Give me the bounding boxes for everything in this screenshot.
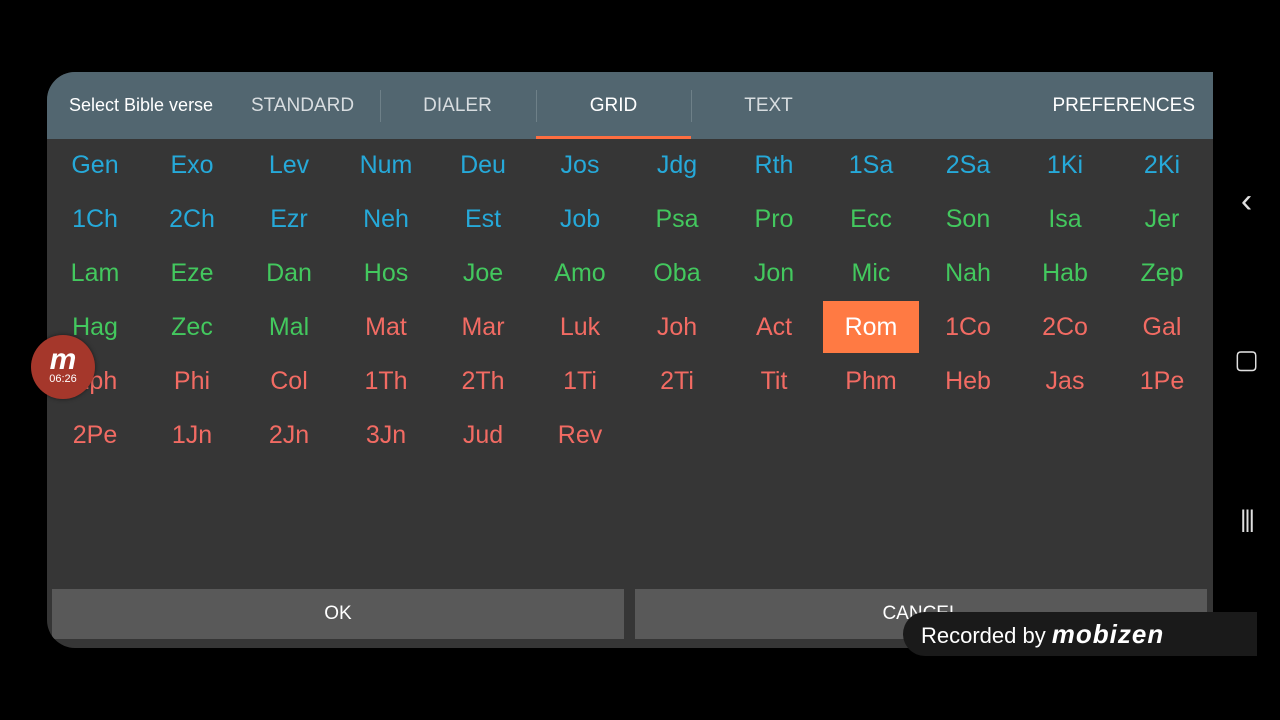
book-cell-lam[interactable]: Lam — [47, 247, 143, 299]
book-cell-jud[interactable]: Jud — [435, 409, 531, 461]
back-icon[interactable]: ‹ — [1213, 182, 1280, 221]
dialog-header: Select Bible verse STANDARD DIALER GRID … — [47, 72, 1213, 139]
book-cell-jos[interactable]: Jos — [532, 139, 628, 191]
book-cell-1sa[interactable]: 1Sa — [823, 139, 919, 191]
book-cell-son[interactable]: Son — [920, 193, 1016, 245]
book-cell-gal[interactable]: Gal — [1114, 301, 1210, 353]
book-cell-2co[interactable]: 2Co — [1017, 301, 1113, 353]
book-cell-jas[interactable]: Jas — [1017, 355, 1113, 407]
book-cell-isa[interactable]: Isa — [1017, 193, 1113, 245]
book-cell-joe[interactable]: Joe — [435, 247, 531, 299]
book-cell-pro[interactable]: Pro — [726, 193, 822, 245]
book-cell-1ch[interactable]: 1Ch — [47, 193, 143, 245]
book-cell-luk[interactable]: Luk — [532, 301, 628, 353]
book-cell-2jn[interactable]: 2Jn — [241, 409, 337, 461]
tab-grid[interactable]: GRID — [536, 72, 691, 139]
book-cell-deu[interactable]: Deu — [435, 139, 531, 191]
book-cell-zec[interactable]: Zec — [144, 301, 240, 353]
mobizen-brand: mobizen — [1051, 619, 1165, 649]
book-cell-exo[interactable]: Exo — [144, 139, 240, 191]
recorded-by-watermark: Recorded by mobizen — [903, 612, 1257, 656]
home-icon[interactable]: ▢ — [1213, 344, 1280, 375]
android-nav-bar: ‹ ▢ ||| — [1213, 72, 1280, 648]
book-cell-1ki[interactable]: 1Ki — [1017, 139, 1113, 191]
ok-button[interactable]: OK — [52, 589, 624, 639]
book-cell-3jn[interactable]: 3Jn — [338, 409, 434, 461]
book-cell-nah[interactable]: Nah — [920, 247, 1016, 299]
book-cell-mal[interactable]: Mal — [241, 301, 337, 353]
book-cell-num[interactable]: Num — [338, 139, 434, 191]
book-cell-eze[interactable]: Eze — [144, 247, 240, 299]
book-cell-hos[interactable]: Hos — [338, 247, 434, 299]
book-cell-1th[interactable]: 1Th — [338, 355, 434, 407]
book-cell-1pe[interactable]: 1Pe — [1114, 355, 1210, 407]
book-cell-heb[interactable]: Heb — [920, 355, 1016, 407]
book-cell-2ch[interactable]: 2Ch — [144, 193, 240, 245]
book-cell-2sa[interactable]: 2Sa — [920, 139, 1016, 191]
book-cell-mar[interactable]: Mar — [435, 301, 531, 353]
book-cell-1jn[interactable]: 1Jn — [144, 409, 240, 461]
book-cell-ecc[interactable]: Ecc — [823, 193, 919, 245]
mobizen-record-bubble[interactable]: m 06:26 — [31, 335, 95, 399]
book-cell-psa[interactable]: Psa — [629, 193, 725, 245]
book-cell-act[interactable]: Act — [726, 301, 822, 353]
book-cell-job[interactable]: Job — [532, 193, 628, 245]
tab-dialer[interactable]: DIALER — [380, 72, 535, 139]
tab-standard[interactable]: STANDARD — [225, 72, 380, 139]
book-cell-2pe[interactable]: 2Pe — [47, 409, 143, 461]
book-cell-ezr[interactable]: Ezr — [241, 193, 337, 245]
book-cell-dan[interactable]: Dan — [241, 247, 337, 299]
book-cell-est[interactable]: Est — [435, 193, 531, 245]
book-cell-2ki[interactable]: 2Ki — [1114, 139, 1210, 191]
book-cell-1co[interactable]: 1Co — [920, 301, 1016, 353]
recording-time: 06:26 — [49, 373, 77, 385]
book-cell-zep[interactable]: Zep — [1114, 247, 1210, 299]
book-cell-joh[interactable]: Joh — [629, 301, 725, 353]
dialog-title: Select Bible verse — [69, 95, 214, 115]
book-cell-2ti[interactable]: 2Ti — [629, 355, 725, 407]
book-cell-2th[interactable]: 2Th — [435, 355, 531, 407]
book-cell-rev[interactable]: Rev — [532, 409, 628, 461]
book-cell-hab[interactable]: Hab — [1017, 247, 1113, 299]
book-cell-lev[interactable]: Lev — [241, 139, 337, 191]
book-cell-mat[interactable]: Mat — [338, 301, 434, 353]
book-cell-phi[interactable]: Phi — [144, 355, 240, 407]
book-cell-neh[interactable]: Neh — [338, 193, 434, 245]
book-cell-jdg[interactable]: Jdg — [629, 139, 725, 191]
tab-text[interactable]: TEXT — [691, 72, 846, 139]
book-cell-rth[interactable]: Rth — [726, 139, 822, 191]
book-cell-mic[interactable]: Mic — [823, 247, 919, 299]
recorded-by-text: Recorded by — [921, 623, 1046, 648]
book-cell-1ti[interactable]: 1Ti — [532, 355, 628, 407]
preferences-button[interactable]: PREFERENCES — [1052, 72, 1195, 139]
book-cell-tit[interactable]: Tit — [726, 355, 822, 407]
book-cell-amo[interactable]: Amo — [532, 247, 628, 299]
recents-icon[interactable]: ||| — [1213, 506, 1280, 534]
book-cell-jon[interactable]: Jon — [726, 247, 822, 299]
book-cell-gen[interactable]: Gen — [47, 139, 143, 191]
book-cell-rom[interactable]: Rom — [823, 301, 919, 353]
book-cell-oba[interactable]: Oba — [629, 247, 725, 299]
book-cell-phm[interactable]: Phm — [823, 355, 919, 407]
verse-picker-dialog: Select Bible verse STANDARD DIALER GRID … — [47, 72, 1213, 648]
book-cell-jer[interactable]: Jer — [1114, 193, 1210, 245]
book-cell-col[interactable]: Col — [241, 355, 337, 407]
